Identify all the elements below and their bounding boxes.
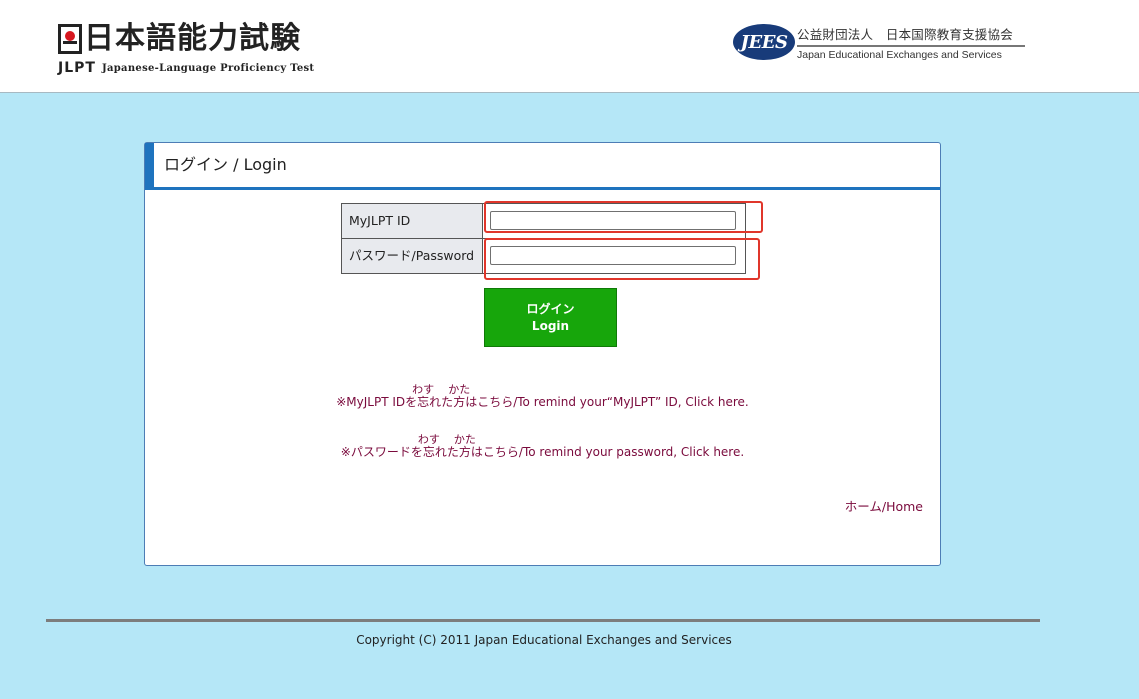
panel-header: ログイン / Login — [145, 143, 940, 190]
id-input-highlight — [484, 201, 763, 233]
login-button-label-en: Login — [531, 318, 570, 333]
remind-password-ruby-1: 忘わす — [418, 433, 440, 459]
id-label: MyJLPT ID — [342, 204, 483, 238]
jees-logo-text: JEES — [740, 31, 788, 53]
logo-subtitle-row: JLPT Japanese-Language Proficiency Test — [58, 60, 314, 76]
site-header: 日本語能力試験 JLPT Japanese-Language Proficien… — [0, 0, 1139, 93]
remind-password-ruby-2: 方かた — [454, 433, 476, 459]
japan-flag-icon — [58, 24, 82, 54]
copyright-text: Copyright (C) 2011 Japan Educational Exc… — [356, 633, 732, 647]
remind-id-link[interactable]: ※MyJLPT IDを忘わすれた方かたはこちら/To remind your“M… — [145, 383, 940, 410]
jees-name: 公益財団法人 日本国際教育支援協会 Japan Educational Exch… — [797, 24, 1025, 61]
jlpt-logo[interactable]: 日本語能力試験 JLPT Japanese-Language Proficien… — [58, 20, 318, 80]
login-panel: ログイン / Login MyJLPT ID パスワード/Password ログ… — [144, 142, 941, 566]
remind-id-ruby-1: 忘わす — [412, 383, 434, 409]
remind-id-ruby-1-reading: わす — [412, 383, 435, 396]
remind-password-prefix: ※パスワードを — [340, 445, 423, 459]
remind-password-ruby-2-reading: かた — [453, 433, 476, 446]
remind-password-ruby-1-reading: わす — [417, 433, 440, 446]
password-input-highlight — [484, 238, 760, 280]
logo-title-row: 日本語能力試験 — [58, 20, 301, 58]
remind-password-suffix: はこちら/To remind your password, Click here… — [470, 445, 745, 459]
login-button[interactable]: ログイン Login — [484, 288, 617, 347]
footer-divider — [46, 619, 1040, 622]
panel-header-accent — [145, 143, 154, 190]
jees-name-en: Japan Educational Exchanges and Services — [797, 49, 1002, 61]
remind-id-prefix: ※MyJLPT IDを — [336, 395, 418, 409]
remind-id-ruby-2-reading: かた — [448, 383, 471, 396]
panel-title: ログイン / Login — [164, 155, 287, 174]
login-button-label-jp: ログイン — [526, 301, 575, 316]
password-label: パスワード/Password — [342, 239, 483, 273]
jees-logo-icon[interactable]: JEES — [733, 24, 795, 60]
remind-id-ruby-2: 方かた — [448, 383, 470, 409]
logo-subtitle: Japanese-Language Proficiency Test — [101, 62, 315, 74]
logo-title: 日本語能力試験 — [84, 21, 301, 56]
logo-jlpt: JLPT — [58, 60, 96, 76]
jees-name-jp: 公益財団法人 日本国際教育支援協会 — [797, 24, 1025, 47]
remind-password-link[interactable]: ※パスワードを忘わすれた方かたはこちら/To remind your passw… — [145, 433, 940, 460]
home-link[interactable]: ホーム/Home — [845, 496, 923, 515]
remind-id-suffix: はこちら/To remind your“MyJLPT” ID, Click he… — [465, 395, 749, 409]
